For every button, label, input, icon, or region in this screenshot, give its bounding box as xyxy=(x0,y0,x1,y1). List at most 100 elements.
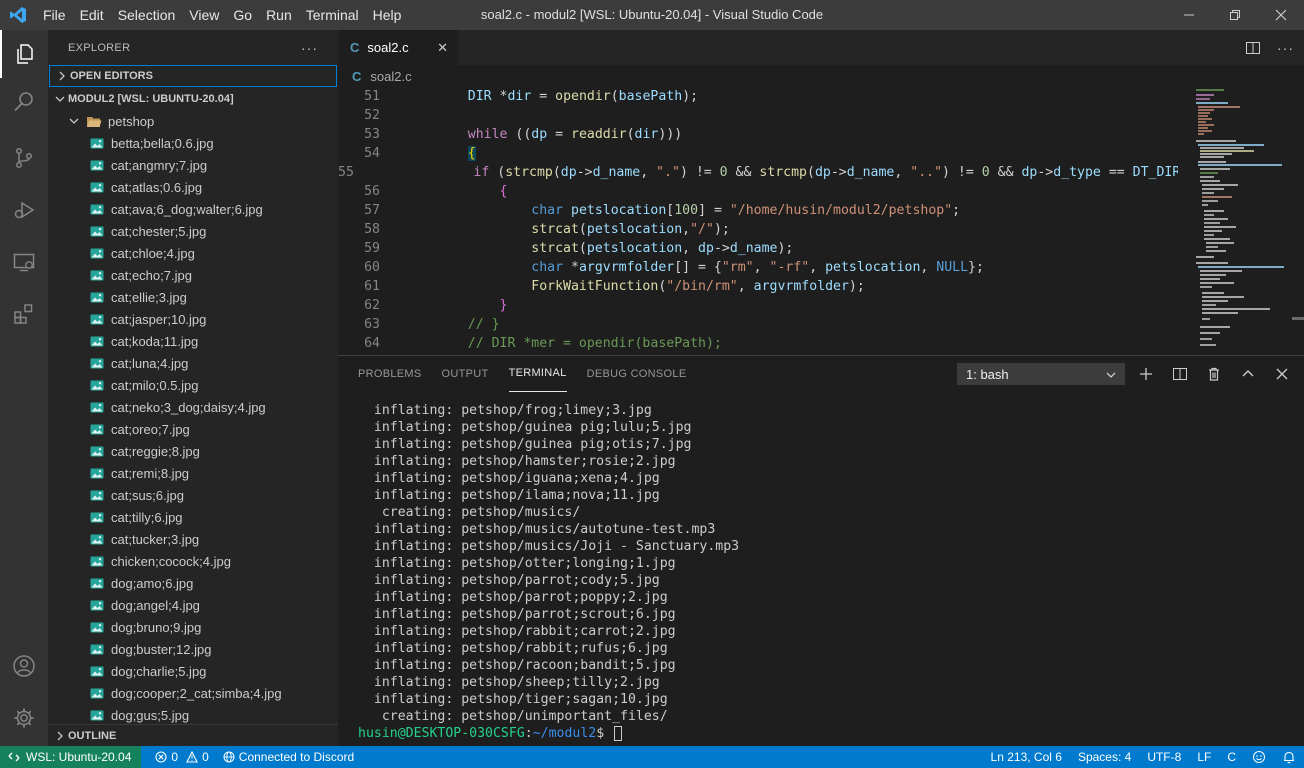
split-editor-icon[interactable] xyxy=(1245,40,1261,56)
file-item[interactable]: cat;neko;3_dog;daisy;4.jpg xyxy=(48,396,338,418)
menu-go[interactable]: Go xyxy=(226,0,259,30)
restore-button[interactable] xyxy=(1212,0,1258,30)
debug-icon xyxy=(14,201,35,219)
outline-section[interactable]: OUTLINE xyxy=(48,724,338,746)
file-label: cat;tilly;6.jpg xyxy=(111,509,183,525)
file-item[interactable]: cat;chloe;4.jpg xyxy=(48,242,338,264)
tab-problems[interactable]: PROBLEMS xyxy=(358,356,422,392)
source-control-icon xyxy=(15,147,33,169)
file-item[interactable]: dog;amo;6.jpg xyxy=(48,572,338,594)
file-list: betta;bella;0.6.jpg cat;angmry;7.jpg cat;a… xyxy=(48,132,338,726)
tab-soal2-c[interactable]: C soal2.c ✕ xyxy=(338,30,458,65)
feedback-button[interactable] xyxy=(1252,750,1266,764)
workspace-section[interactable]: MODUL2 [WSL: UBUNTU-20.04] xyxy=(48,88,338,110)
folder-petshop[interactable]: petshop xyxy=(48,110,338,132)
accounts-activity-button[interactable] xyxy=(0,642,48,690)
file-item[interactable]: cat;sus;6.jpg xyxy=(48,484,338,506)
image-file-icon xyxy=(90,534,104,544)
minimap[interactable] xyxy=(1184,87,1292,355)
file-item[interactable]: dog;angel;4.jpg xyxy=(48,594,338,616)
close-icon[interactable] xyxy=(1274,366,1290,382)
file-item[interactable]: dog;buster;12.jpg xyxy=(48,638,338,660)
terminal-output[interactable]: inflating: petshop/frog;limey;3.jpg infl… xyxy=(358,402,1288,742)
extensions-activity-button[interactable] xyxy=(0,290,48,338)
encoding[interactable]: UTF-8 xyxy=(1147,750,1181,764)
menu-help[interactable]: Help xyxy=(366,0,409,30)
window-controls xyxy=(1166,0,1304,30)
file-item[interactable]: dog;bruno;9.jpg xyxy=(48,616,338,638)
tab-debug-console[interactable]: DEBUG CONSOLE xyxy=(587,356,687,392)
image-file-icon xyxy=(90,138,104,148)
warning-icon xyxy=(186,751,198,763)
notifications-button[interactable] xyxy=(1282,750,1296,764)
open-editors-section[interactable]: OPEN EDITORS xyxy=(49,65,337,87)
account-icon xyxy=(13,655,35,677)
search-activity-button[interactable] xyxy=(0,78,48,126)
chevron-up-icon[interactable] xyxy=(1240,366,1256,382)
file-item[interactable]: cat;koda;11.jpg xyxy=(48,330,338,352)
source-control-activity-button[interactable] xyxy=(0,134,48,182)
minimize-button[interactable] xyxy=(1166,0,1212,30)
terminal-line: inflating: petshop/racoon;bandit;5.jpg xyxy=(358,658,676,673)
file-item[interactable]: dog;gus;5.jpg xyxy=(48,704,338,726)
file-item[interactable]: cat;chester;5.jpg xyxy=(48,220,338,242)
language-mode[interactable]: C xyxy=(1227,750,1236,764)
end-of-line[interactable]: LF xyxy=(1197,750,1211,764)
file-item[interactable]: betta;bella;0.6.jpg xyxy=(48,132,338,154)
menu-selection[interactable]: Selection xyxy=(111,0,183,30)
trash-icon[interactable] xyxy=(1206,366,1222,382)
tab-terminal[interactable]: TERMINAL xyxy=(508,356,567,392)
file-item[interactable]: cat;reggie;8.jpg xyxy=(48,440,338,462)
menu-file[interactable]: File xyxy=(36,0,73,30)
explorer-activity-button[interactable] xyxy=(0,30,48,78)
indentation[interactable]: Spaces: 4 xyxy=(1078,750,1131,764)
breadcrumb-file[interactable]: soal2.c xyxy=(370,69,411,84)
code-editor[interactable]: 51 DIR *dir = opendir(basePath); 52 53 w… xyxy=(338,87,1178,355)
close-window-button[interactable] xyxy=(1258,0,1304,30)
discord-status[interactable]: Connected to Discord xyxy=(223,750,354,764)
image-file-icon xyxy=(90,556,104,566)
terminal-cursor xyxy=(614,725,623,741)
chevron-right-icon xyxy=(52,731,68,741)
terminal-line: inflating: petshop/parrot;cody;5.jpg xyxy=(358,573,660,588)
open-editors-label: OPEN EDITORS xyxy=(70,70,153,82)
search-icon xyxy=(14,92,33,112)
run-debug-activity-button[interactable] xyxy=(0,186,48,234)
file-item[interactable]: cat;ava;6_dog;walter;6.jpg xyxy=(48,198,338,220)
terminal-line: inflating: petshop/rabbit;carrot;2.jpg xyxy=(358,624,676,639)
problems-status[interactable]: 0 0 xyxy=(155,750,209,764)
split-terminal-icon[interactable] xyxy=(1172,366,1188,382)
file-item[interactable]: cat;tucker;3.jpg xyxy=(48,528,338,550)
terminal-prompt: husin@DESKTOP-030CSFG:~/modul2$ xyxy=(358,725,1288,742)
file-item[interactable]: dog;charlie;5.jpg xyxy=(48,660,338,682)
file-item[interactable]: cat;atlas;0.6.jpg xyxy=(48,176,338,198)
remote-explorer-activity-button[interactable] xyxy=(0,238,48,286)
menu-run[interactable]: Run xyxy=(259,0,299,30)
tab-output[interactable]: OUTPUT xyxy=(442,356,489,392)
image-file-icon xyxy=(90,358,104,368)
file-item[interactable]: cat;oreo;7.jpg xyxy=(48,418,338,440)
file-item[interactable]: cat;milo;0.5.jpg xyxy=(48,374,338,396)
menu-edit[interactable]: Edit xyxy=(73,0,111,30)
remote-indicator[interactable]: WSL: Ubuntu-20.04 xyxy=(0,746,142,768)
file-item[interactable]: cat;remi;8.jpg xyxy=(48,462,338,484)
file-item[interactable]: cat;angmry;7.jpg xyxy=(48,154,338,176)
new-terminal-icon[interactable] xyxy=(1138,366,1154,382)
file-item[interactable]: cat;jasper;10.jpg xyxy=(48,308,338,330)
cursor-position[interactable]: Ln 213, Col 6 xyxy=(991,750,1062,764)
panel-actions xyxy=(1138,363,1290,385)
menu-terminal[interactable]: Terminal xyxy=(299,0,366,30)
file-item[interactable]: dog;cooper;2_cat;simba;4.jpg xyxy=(48,682,338,704)
file-item[interactable]: chicken;cocock;4.jpg xyxy=(48,550,338,572)
editor-actions: ··· xyxy=(1245,30,1294,65)
more-actions-icon[interactable]: ··· xyxy=(1277,40,1294,56)
menu-view[interactable]: View xyxy=(182,0,226,30)
file-item[interactable]: cat;ellie;3.jpg xyxy=(48,286,338,308)
file-item[interactable]: cat;echo;7.jpg xyxy=(48,264,338,286)
manage-activity-button[interactable] xyxy=(0,694,48,742)
more-actions-icon[interactable]: ··· xyxy=(301,40,318,56)
terminal-select[interactable]: 1: bash xyxy=(957,363,1125,385)
file-item[interactable]: cat;luna;4.jpg xyxy=(48,352,338,374)
close-tab-icon[interactable]: ✕ xyxy=(437,40,448,56)
file-item[interactable]: cat;tilly;6.jpg xyxy=(48,506,338,528)
